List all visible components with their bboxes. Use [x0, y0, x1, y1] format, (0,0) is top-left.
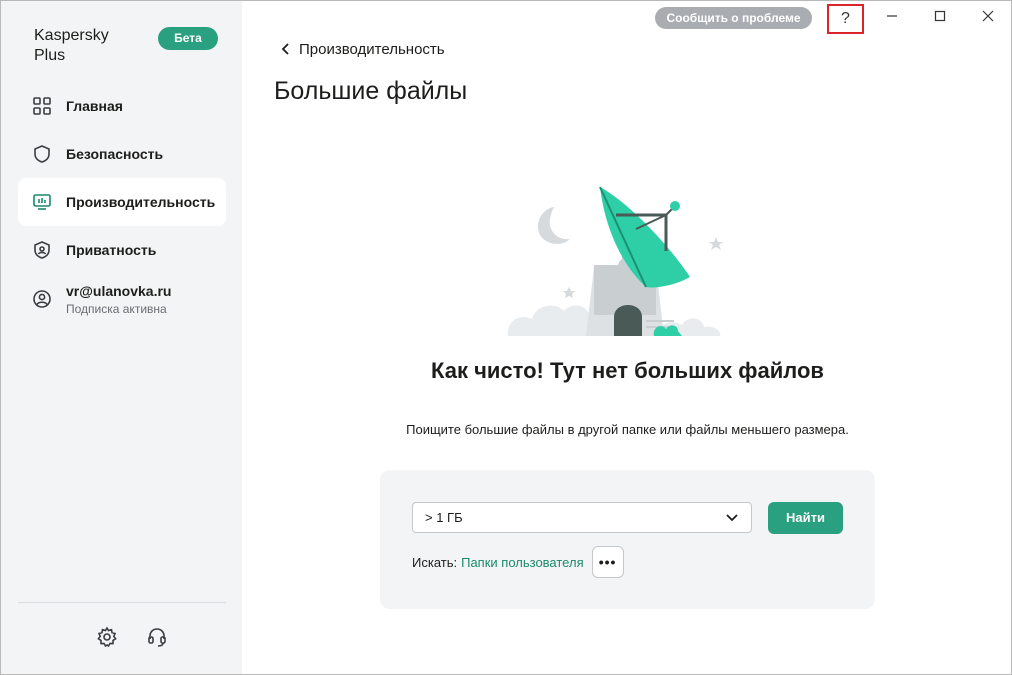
sidebar-item-performance[interactable]: Производительность — [18, 178, 226, 226]
page-title: Большие файлы — [274, 77, 468, 105]
more-icon: ••• — [598, 554, 617, 570]
brand-name: Kaspersky Plus — [34, 27, 109, 64]
account-item[interactable]: vr@ulanovka.ru Подписка активна — [18, 279, 226, 323]
app-window: Kaspersky Plus Бета Главная Безопасность — [0, 0, 1012, 675]
sidebar-item-label: Безопасность — [66, 146, 164, 162]
chevron-down-icon — [725, 511, 739, 525]
close-icon — [982, 9, 994, 27]
search-location-label: Искать: — [412, 554, 458, 570]
file-size-select[interactable]: > 1 ГБ — [412, 502, 752, 533]
sidebar-item-label: Главная — [66, 98, 123, 114]
sidebar-item-privacy[interactable]: Приватность — [18, 226, 226, 274]
sidebar-item-security[interactable]: Безопасность — [18, 130, 226, 178]
search-location-link[interactable]: Папки пользователя — [461, 555, 584, 570]
chevron-left-icon — [281, 39, 295, 59]
help-button[interactable]: ? — [827, 4, 864, 34]
minimize-button[interactable] — [880, 7, 904, 29]
sidebar-item-label: Производительность — [66, 194, 216, 210]
sidebar: Kaspersky Plus Бета Главная Безопасность — [1, 1, 242, 674]
file-size-value: > 1 ГБ — [425, 510, 463, 525]
account-email: vr@ulanovka.ru — [66, 283, 172, 299]
help-icon: ? — [841, 10, 850, 27]
back-link[interactable]: Производительность — [281, 39, 445, 59]
minimize-icon — [886, 9, 898, 27]
empty-state-title: Как чисто! Тут нет больших файлов — [431, 358, 824, 383]
subscription-status: Подписка активна — [66, 302, 167, 316]
sidebar-item-home[interactable]: Главная — [18, 82, 226, 130]
dashboard-icon — [32, 96, 52, 116]
gear-icon — [96, 625, 118, 653]
shield-icon — [32, 144, 52, 164]
empty-state-subtitle: Поищите большие файлы в другой папке или… — [406, 422, 849, 437]
headset-icon — [146, 626, 168, 653]
search-location-row: Искать: Папки пользователя ••• — [412, 546, 624, 578]
sidebar-item-label: Приватность — [66, 242, 157, 258]
satellite-dish-illustration — [506, 181, 746, 337]
more-options-button[interactable]: ••• — [591, 546, 624, 578]
find-button[interactable]: Найти — [768, 502, 843, 534]
performance-monitor-icon — [32, 192, 52, 212]
search-card: > 1 ГБ Найти Искать: Папки пользователя … — [380, 470, 875, 609]
settings-button[interactable] — [94, 625, 120, 653]
maximize-icon — [934, 9, 946, 27]
maximize-button[interactable] — [928, 7, 952, 29]
close-button[interactable] — [976, 7, 1000, 29]
beta-badge: Бета — [158, 27, 218, 50]
privacy-shield-icon — [32, 240, 52, 260]
user-icon — [32, 289, 52, 309]
account-info: vr@ulanovka.ru Подписка активна — [66, 283, 171, 317]
report-problem-button[interactable]: Сообщить о проблеме — [655, 7, 812, 29]
sidebar-divider — [18, 602, 226, 603]
support-button[interactable] — [144, 626, 170, 652]
back-link-label: Производительность — [299, 40, 445, 58]
